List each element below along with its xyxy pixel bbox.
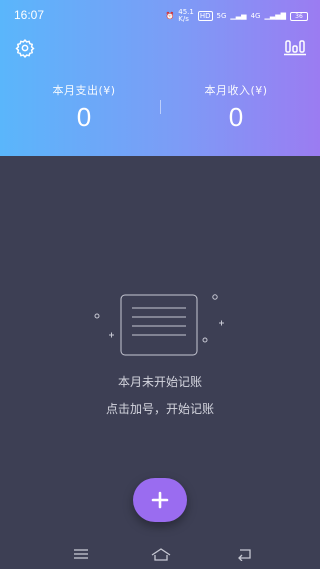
income-label: 本月收入(¥) [204,84,268,97]
ledger-icon [94,294,224,356]
back-icon[interactable] [236,547,254,561]
network-speed-icon: 45.1 K/s [178,8,194,23]
expense-summary[interactable]: 本月支出(¥) 0 [24,82,144,133]
income-summary[interactable]: 本月收入(¥) 0 [176,82,296,133]
signal-bars-icon-2: ▁▃▅▇ [264,12,286,20]
expense-label: 本月支出(¥) [52,84,116,97]
hd-icon: HD [197,11,213,21]
home-icon[interactable] [150,547,172,561]
status-bar: 16:07 ⏰ 45.1 K/s HD 5G ▁▃▅ 4G ▁▃▅▇ 36 [0,0,320,28]
empty-state: 本月未开始记账 点击加号，开始记账 [0,285,320,425]
4g-signal-icon: 4G [250,12,261,20]
month-summary: 本月支出(¥) 0 本月收入(¥) 0 [0,82,320,132]
menu-icon[interactable] [72,547,90,561]
alarm-icon: ⏰ [165,12,175,20]
signal-bars-icon: ▁▃▅ [230,12,247,20]
gear-icon[interactable] [15,38,35,58]
header: 16:07 ⏰ 45.1 K/s HD 5G ▁▃▅ 4G ▁▃▅▇ 36 本月… [0,0,320,156]
status-time: 16:07 [14,8,45,22]
bar-chart-icon[interactable] [284,38,306,56]
5g-signal-icon: 5G [216,12,227,20]
status-icons: ⏰ 45.1 K/s HD 5G ▁▃▅ 4G ▁▃▅▇ 36 [166,9,308,23]
plus-icon [151,491,169,509]
divider [160,100,161,114]
empty-hint: 点击加号，开始记账 [105,402,214,416]
battery-icon: 36 [290,11,308,21]
income-value: 0 [228,102,244,132]
system-navbar [0,539,320,569]
add-record-button[interactable] [133,478,187,522]
expense-value: 0 [76,102,92,132]
empty-title: 本月未开始记账 [117,375,202,389]
